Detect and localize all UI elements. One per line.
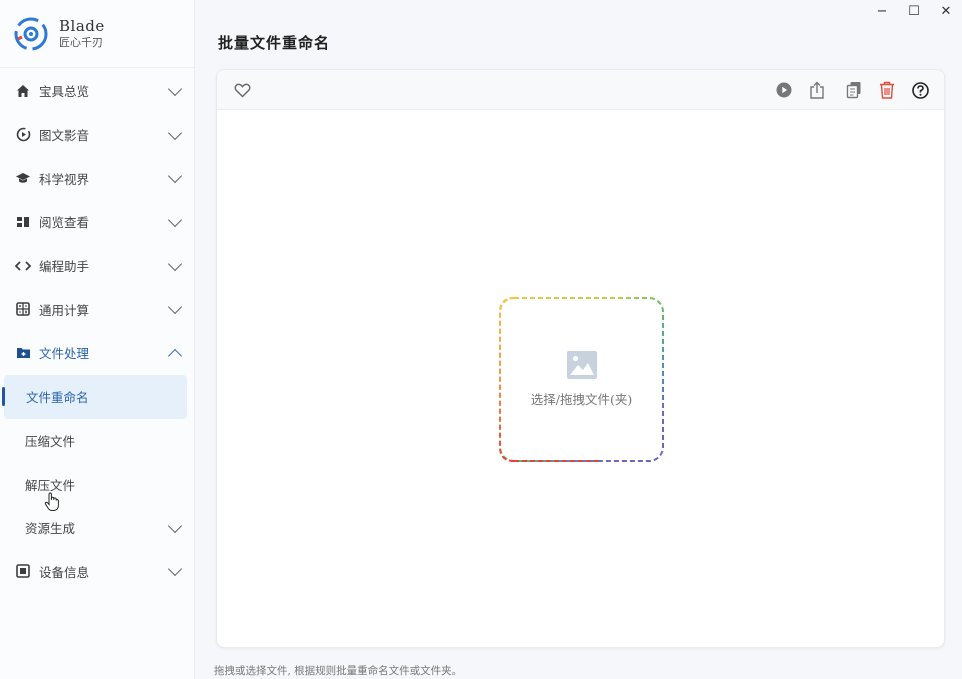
graduation-cap-icon xyxy=(15,170,31,186)
active-indicator xyxy=(2,386,5,406)
chevron-down-icon xyxy=(167,256,183,271)
sidebar-item-resource-gen[interactable]: 资源生成 xyxy=(0,506,194,550)
close-button[interactable]: ✕ xyxy=(930,4,962,19)
sidebar-item-device-info[interactable]: 设备信息 xyxy=(0,550,194,594)
sidebar-nav: 宝具总览 图文影音 科学视界 阅览查看 编程助手 通用计算 文件处理 文件重命名… xyxy=(0,69,194,593)
brand-name: Blade xyxy=(59,16,105,35)
sidebar-item-overview[interactable]: 宝具总览 xyxy=(0,69,194,113)
blade-logo-icon xyxy=(14,17,48,50)
delete-icon[interactable] xyxy=(877,80,897,100)
copy-icon[interactable] xyxy=(844,80,864,100)
chevron-down-icon xyxy=(167,169,183,184)
sidebar-item-label: 资源生成 xyxy=(25,521,76,537)
home-icon xyxy=(15,83,31,99)
sidebar-item-file-processing[interactable]: 文件处理 xyxy=(0,331,194,375)
sidebar-item-reader[interactable]: 阅览查看 xyxy=(0,200,194,244)
sidebar-item-science[interactable]: 科学视界 xyxy=(0,156,194,200)
file-dropzone[interactable]: 选择/拖拽文件(夹) xyxy=(499,297,664,462)
minimize-button[interactable]: − xyxy=(866,4,898,19)
chevron-down-icon xyxy=(167,81,183,96)
sidebar-item-label: 解压文件 xyxy=(25,477,76,493)
sidebar-item-calculate[interactable]: 通用计算 xyxy=(0,287,194,331)
dropzone-label: 选择/拖拽文件(夹) xyxy=(530,392,633,407)
sidebar-item-label: 阅览查看 xyxy=(39,215,90,231)
sidebar-item-label: 编程助手 xyxy=(39,259,90,275)
chevron-down-icon xyxy=(167,212,183,227)
chevron-down-icon xyxy=(167,300,183,315)
chevron-down-icon xyxy=(167,518,183,533)
chevron-down-icon xyxy=(167,125,183,140)
sidebar-item-label: 压缩文件 xyxy=(25,433,76,449)
export-icon[interactable] xyxy=(807,80,827,100)
chevron-up-icon xyxy=(167,348,183,364)
sidebar-item-label: 宝具总览 xyxy=(39,84,90,100)
toolbar xyxy=(217,70,944,110)
window-controls: − ☐ ✕ xyxy=(866,4,962,19)
calculator-icon xyxy=(15,301,31,317)
sidebar-item-label: 图文影音 xyxy=(39,128,90,144)
status-bar-text: 拖拽或选择文件, 根据规则批量重命名文件或文件夹。 xyxy=(214,665,463,677)
sidebar-item-label: 设备信息 xyxy=(39,564,90,580)
sidebar-subitem-compress[interactable]: 压缩文件 xyxy=(0,419,194,463)
sidebar-item-label: 文件处理 xyxy=(39,346,90,362)
sidebar-subitem-decompress[interactable]: 解压文件 xyxy=(0,462,194,512)
chevron-down-icon xyxy=(167,562,183,577)
image-icon xyxy=(566,351,597,379)
sidebar-item-coding[interactable]: 编程助手 xyxy=(0,244,194,288)
main-panel: 选择/拖拽文件(夹) xyxy=(216,69,945,648)
page-title: 批量文件重命名 xyxy=(218,34,331,52)
sidebar-item-label: 通用计算 xyxy=(39,302,90,318)
sidebar: Blade 匠心千刃 宝具总览 图文影音 科学视界 阅览查看 编程助手 通用计算… xyxy=(0,0,195,679)
brand-subtitle: 匠心千刃 xyxy=(59,35,103,49)
maximize-button[interactable]: ☐ xyxy=(898,4,930,19)
folder-add-icon xyxy=(15,345,31,361)
favorite-heart-icon[interactable] xyxy=(232,80,252,100)
code-icon xyxy=(15,258,31,274)
run-icon[interactable] xyxy=(774,80,794,100)
sidebar-item-label: 文件重命名 xyxy=(26,390,89,406)
media-icon xyxy=(15,127,31,143)
sidebar-item-label: 科学视界 xyxy=(39,171,90,187)
brand: Blade 匠心千刃 xyxy=(0,0,194,68)
sidebar-subitem-file-rename[interactable]: 文件重命名 xyxy=(2,374,187,419)
help-icon[interactable] xyxy=(910,80,930,100)
chip-icon xyxy=(15,563,31,579)
sidebar-item-media[interactable]: 图文影音 xyxy=(0,113,194,157)
layout-icon xyxy=(15,214,31,230)
